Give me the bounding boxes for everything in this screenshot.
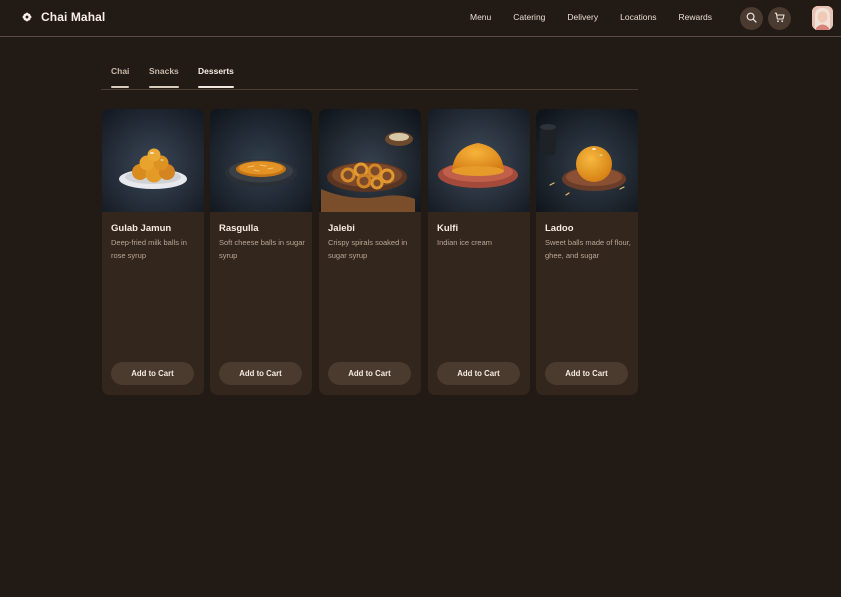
product-description: Soft cheese balls in sugar syrup xyxy=(219,238,305,260)
product-name: Rasgulla xyxy=(219,223,259,234)
nav-catering[interactable]: Catering xyxy=(513,12,545,22)
avatar[interactable] xyxy=(812,6,833,30)
product-card-rasgulla: Rasgulla Soft cheese balls in sugar syru… xyxy=(210,109,312,395)
product-card-kulfi: Kulfi Indian ice cream Add to Cart xyxy=(428,109,530,395)
product-description: Deep-fried milk balls in rose syrup xyxy=(111,238,187,260)
add-to-cart-button[interactable]: Add to Cart xyxy=(111,362,194,385)
product-name: Jalebi xyxy=(328,223,355,234)
add-to-cart-button[interactable]: Add to Cart xyxy=(219,362,302,385)
product-card-jalebi: Jalebi Crispy spirals soaked in sugar sy… xyxy=(319,109,421,395)
tab-label: Snacks xyxy=(149,66,179,76)
product-name: Ladoo xyxy=(545,223,574,234)
nav-delivery[interactable]: Delivery xyxy=(567,12,598,22)
search-button[interactable] xyxy=(740,7,763,30)
top-header: Chai Mahal Menu Catering Delivery Locati… xyxy=(0,0,841,37)
product-image xyxy=(102,109,204,212)
tab-desserts[interactable]: Desserts xyxy=(198,66,234,88)
category-tabs: Chai Snacks Desserts xyxy=(101,66,638,90)
nav-rewards[interactable]: Rewards xyxy=(679,12,713,22)
tab-snacks[interactable]: Snacks xyxy=(149,66,179,88)
tab-label: Chai xyxy=(111,66,130,76)
add-to-cart-button[interactable]: Add to Cart xyxy=(328,362,411,385)
tab-chai[interactable]: Chai xyxy=(111,66,130,88)
cart-button[interactable] xyxy=(768,7,791,30)
product-card-gulab-jamun: Gulab Jamun Deep-fried milk balls in ros… xyxy=(102,109,204,395)
product-description: Sweet balls made of flour, ghee, and sug… xyxy=(545,238,631,260)
tab-underline xyxy=(198,86,234,88)
tab-underline xyxy=(149,86,179,88)
add-to-cart-button[interactable]: Add to Cart xyxy=(545,362,628,385)
add-to-cart-button[interactable]: Add to Cart xyxy=(437,362,520,385)
main-nav: Menu Catering Delivery Locations Rewards xyxy=(470,12,734,22)
product-image xyxy=(428,109,530,212)
product-name: Kulfi xyxy=(437,223,459,234)
product-image xyxy=(319,109,421,212)
product-card-ladoo: Ladoo Sweet balls made of flour, ghee, a… xyxy=(536,109,638,395)
nav-locations[interactable]: Locations xyxy=(620,12,656,22)
brand-name: Chai Mahal xyxy=(41,10,106,24)
brand[interactable]: Chai Mahal xyxy=(22,10,105,24)
search-icon xyxy=(746,10,757,28)
product-image xyxy=(536,109,638,212)
tab-label: Desserts xyxy=(198,66,234,76)
nav-menu[interactable]: Menu xyxy=(470,12,491,22)
flower-icon xyxy=(22,12,32,22)
cart-icon xyxy=(774,10,785,28)
tab-underline xyxy=(111,86,130,88)
product-name: Gulab Jamun xyxy=(111,223,172,234)
product-image xyxy=(210,109,312,212)
product-description: Crispy spirals soaked in sugar syrup xyxy=(328,238,408,260)
product-description: Indian ice cream xyxy=(437,238,493,247)
